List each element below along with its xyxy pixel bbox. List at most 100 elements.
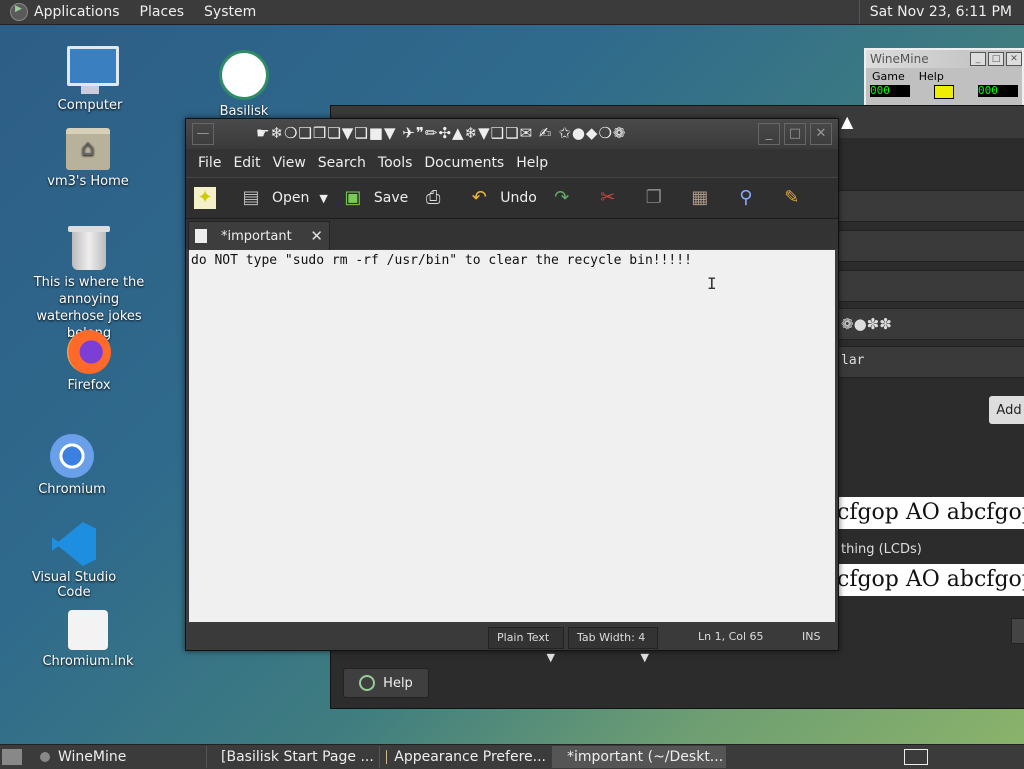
desktop-icon-chromium-lnk[interactable]: Chromium.lnk <box>28 610 148 669</box>
task-label: *important (~/Deskt... <box>567 749 723 765</box>
firefox-icon <box>67 330 111 374</box>
toolbar: ✦ ▤ Open ▼ ▣ Save ⎙ ↶ Undo ↷ ✂ ❐ ▦ <box>186 177 838 219</box>
help-button[interactable]: Help <box>343 668 429 698</box>
cut-button[interactable]: ✂ <box>597 187 629 209</box>
task-winemine[interactable]: WineMine <box>34 746 207 768</box>
menu-file[interactable]: File <box>198 155 221 171</box>
trash-icon <box>72 230 106 270</box>
settings-row[interactable] <box>837 190 1024 222</box>
undo-button[interactable]: ↶ Undo <box>468 187 537 209</box>
desktop-icon-vscode[interactable]: Visual Studio Code <box>14 522 134 600</box>
maximize-icon[interactable]: □ <box>784 123 806 145</box>
font-sample-2[interactable]: cfgop AO abcfgop <box>837 564 1024 596</box>
desktop-icon-basilisk[interactable]: Basilisk <box>184 50 304 119</box>
cut-off-button[interactable] <box>1011 618 1024 644</box>
winemine-menu-help[interactable]: Help <box>919 70 944 83</box>
chevron-down-icon[interactable]: ▼ <box>319 192 327 205</box>
open-button[interactable]: ▤ Open ▼ <box>240 187 328 209</box>
menu-edit[interactable]: Edit <box>233 155 260 171</box>
computer-icon <box>67 46 113 94</box>
text-cursor-icon: I <box>707 274 717 293</box>
close-icon[interactable]: ✕ <box>1006 52 1022 66</box>
desktop-icon-label: Chromium.lnk <box>28 654 148 669</box>
desktop-icon-computer[interactable]: Computer <box>30 46 150 113</box>
minimize-icon[interactable]: _ <box>970 52 986 66</box>
font-preview-fragment: ❁●✽✽ <box>841 315 892 333</box>
save-icon: ▣ <box>342 187 364 209</box>
workspace-switcher-icon[interactable] <box>904 749 928 765</box>
desktop-icon-trash[interactable]: This is where the annoying waterhose jok… <box>28 230 150 342</box>
vscode-icon <box>52 522 96 566</box>
minimize-icon[interactable]: _ <box>758 123 780 145</box>
print-button[interactable]: ⎙ <box>422 187 454 209</box>
desktop-icon-label: Computer <box>30 98 150 113</box>
settings-row[interactable]: ❁●✽✽ <box>837 308 1024 340</box>
text-area[interactable]: do NOT type "sudo rm -rf /usr/bin" to cl… <box>189 250 835 622</box>
undo-icon: ↶ <box>468 187 490 209</box>
statusbar: Plain Text ▼ Tab Width: 4 ▼ Ln 1, Col 65… <box>186 624 838 650</box>
menubar: File Edit View Search Tools Documents He… <box>186 149 838 177</box>
winemine-title: WineMine <box>870 52 929 66</box>
cursor-position: Ln 1, Col 65 <box>698 627 764 647</box>
save-button[interactable]: ▣ Save <box>342 187 408 209</box>
menu-help[interactable]: Help <box>516 155 548 171</box>
menu-search[interactable]: Search <box>318 155 366 171</box>
taskbar: WineMine [Basilisk Start Page ... Appear… <box>0 744 1024 769</box>
task-basilisk[interactable]: [Basilisk Start Page ... <box>207 746 380 768</box>
desktop-icon-firefox[interactable]: Firefox <box>29 330 149 393</box>
menu-places[interactable]: Places <box>140 4 185 20</box>
menu-tools[interactable]: Tools <box>378 155 413 171</box>
replace-icon: ✎ <box>781 187 803 209</box>
open-icon: ▤ <box>240 187 262 209</box>
copy-icon: ❐ <box>643 187 665 209</box>
tab-width-selector[interactable]: Tab Width: 4 ▼ <box>568 627 658 649</box>
smiley-face-icon[interactable] <box>934 85 954 99</box>
text-line: do NOT type "sudo rm -rf /usr/bin" to cl… <box>191 253 692 268</box>
desktop-icon-chromium[interactable]: Chromium <box>12 434 132 497</box>
cut-icon: ✂ <box>597 187 619 209</box>
clock[interactable]: Sat Nov 23, 6:11 PM <box>859 0 1024 24</box>
add-button[interactable]: Add <box>989 396 1024 424</box>
basilisk-icon <box>219 50 269 100</box>
text-editor-window[interactable]: — ☛❄❍❑❒❏▼❏■▼ ✈❞✏✣▲❄▼❑❏✉ ✍ ✩●◆❍❁ _ □ ✕ Fi… <box>185 118 839 651</box>
settings-row[interactable] <box>837 270 1024 302</box>
replace-button[interactable]: ✎ <box>781 187 813 209</box>
winemine-menu-game[interactable]: Game <box>872 70 905 83</box>
insert-mode: INS <box>802 627 820 647</box>
new-button[interactable]: ✦ <box>194 187 226 209</box>
window-title: ☛❄❍❑❒❏▼❏■▼ ✈❞✏✣▲❄▼❑❏✉ ✍ ✩●◆❍❁ <box>256 124 626 142</box>
task-label: Appearance Prefere... <box>394 749 546 765</box>
settings-row[interactable]: lar <box>837 346 1024 378</box>
editor-titlebar[interactable]: — ☛❄❍❑❒❏▼❏■▼ ✈❞✏✣▲❄▼❑❏✉ ✍ ✩●◆❍❁ _ □ ✕ <box>186 119 838 149</box>
close-tab-icon[interactable]: ✕ <box>310 227 323 245</box>
language-selector[interactable]: Plain Text ▼ <box>488 627 564 649</box>
menu-view[interactable]: View <box>273 155 306 171</box>
show-desktop-icon[interactable] <box>2 749 22 765</box>
find-button[interactable]: ⚲ <box>735 187 767 209</box>
distro-logo-icon[interactable] <box>10 3 28 21</box>
settings-row[interactable] <box>837 230 1024 262</box>
winemine-window[interactable]: WineMine _ □ ✕ Game Help 000 000 <box>864 48 1024 108</box>
desktop-icon-home[interactable]: vm3's Home <box>28 128 148 189</box>
task-important[interactable]: *important (~/Deskt... <box>553 746 726 768</box>
menu-system[interactable]: System <box>204 4 256 20</box>
font-sample-1[interactable]: cfgop AO abcfgop <box>837 497 1024 529</box>
search-icon: ⚲ <box>735 187 757 209</box>
redo-button[interactable]: ↷ <box>551 187 583 209</box>
tab-important[interactable]: *important ✕ <box>188 221 330 250</box>
chevron-down-icon: ▼ <box>547 648 555 668</box>
winemine-titlebar[interactable]: WineMine _ □ ✕ <box>866 50 1022 68</box>
menu-applications[interactable]: Applications <box>34 4 120 20</box>
winemine-task-icon <box>40 752 50 762</box>
paste-button[interactable]: ▦ <box>689 187 721 209</box>
maximize-icon[interactable]: □ <box>988 52 1004 66</box>
close-icon[interactable]: ✕ <box>810 123 832 145</box>
desktop-icon-label: Basilisk <box>184 104 304 119</box>
save-label: Save <box>374 190 408 206</box>
language-label: Plain Text <box>497 631 549 644</box>
task-appearance[interactable]: Appearance Prefere... <box>380 746 553 768</box>
copy-button[interactable]: ❐ <box>643 187 675 209</box>
desktop-icon-label: Chromium <box>12 482 132 497</box>
menu-documents[interactable]: Documents <box>424 155 504 171</box>
window-menu-icon[interactable]: — <box>192 123 214 145</box>
